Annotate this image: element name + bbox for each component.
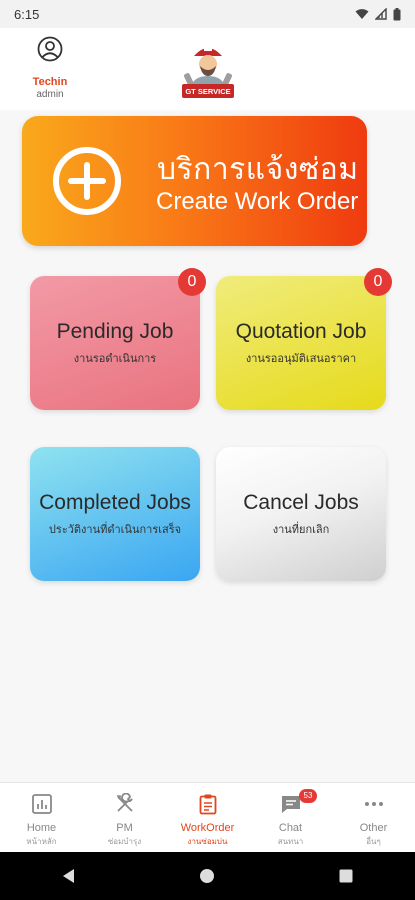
create-work-order-title-en: Create Work Order: [156, 188, 359, 215]
create-work-order-title-th: บริการแจ้งซ่อม: [157, 152, 359, 187]
plus-circle-icon: [53, 147, 121, 215]
nav-workorder-sublabel: งานซ่อมบ่น: [187, 837, 228, 846]
user-profile[interactable]: Techin admin: [22, 36, 78, 100]
recents-icon[interactable]: [337, 867, 355, 885]
quotation-job-subtitle: งานรออนุมัติเสนอราคา: [245, 352, 357, 365]
status-bar: 6:15: [0, 0, 415, 28]
nav-pm-label: PM: [116, 822, 133, 834]
completed-jobs-card[interactable]: Completed Jobs ประวัติงานที่ดำเนินการเสร…: [30, 447, 200, 581]
nav-item-workorder[interactable]: WorkOrder งานซ่อมบ่น: [166, 783, 249, 853]
status-time: 6:15: [14, 6, 40, 22]
nav-other-sublabel: อื่นๆ: [366, 837, 381, 846]
chat-unread-badge: 53: [299, 789, 317, 803]
completed-jobs-title: Completed Jobs: [39, 491, 191, 514]
nav-pm-sublabel: ซ่อมบำรุง: [107, 837, 142, 846]
quotation-job-count-badge: 0: [364, 268, 392, 296]
nav-home-label: Home: [26, 822, 57, 834]
cancel-jobs-title: Cancel Jobs: [243, 491, 359, 514]
tools-icon: [116, 792, 133, 812]
user-name: Techin: [32, 76, 68, 88]
app-header: Techin admin GT SERVICE: [0, 28, 415, 110]
pending-job-count-badge: 0: [178, 268, 206, 296]
user-account-icon[interactable]: [37, 36, 63, 62]
bottom-navigation: Home หน้าหลัก PM ซ่อมบำรุง WorkOrder งาน…: [0, 782, 415, 853]
completed-jobs-subtitle: ประวัติงานที่ดำเนินการเสร็จ: [48, 523, 182, 536]
system-navigation-bar: [0, 852, 415, 900]
user-role: admin: [36, 89, 64, 100]
wifi-icon: [355, 9, 369, 19]
more-horizontal-icon: [364, 802, 383, 806]
nav-item-chat[interactable]: 53 Chat สนทนา: [249, 783, 332, 853]
logo-text: GT SERVICE: [185, 87, 230, 96]
clipboard-icon: [199, 794, 216, 815]
gt-service-logo: GT SERVICE: [182, 46, 234, 98]
pending-job-subtitle: งานรอดำเนินการ: [73, 352, 157, 365]
nav-other-label: Other: [359, 822, 388, 834]
cellular-signal-icon: [375, 8, 387, 20]
quotation-job-title: Quotation Job: [235, 320, 367, 343]
nav-chat-label: Chat: [278, 822, 303, 834]
nav-item-pm[interactable]: PM ซ่อมบำรุง: [83, 783, 166, 853]
status-icons: [355, 7, 401, 21]
cancel-jobs-card[interactable]: Cancel Jobs งานที่ยกเลิก: [216, 447, 386, 581]
cancel-jobs-subtitle: งานที่ยกเลิก: [272, 523, 330, 536]
battery-icon: [393, 7, 401, 20]
home-icon[interactable]: [198, 867, 216, 885]
nav-workorder-label: WorkOrder: [180, 822, 235, 834]
quotation-job-card[interactable]: Quotation Job งานรออนุมัติเสนอราคา: [216, 276, 386, 410]
nav-home-sublabel: หน้าหลัก: [26, 837, 57, 846]
back-icon[interactable]: [60, 867, 78, 885]
pending-job-card[interactable]: Pending Job งานรอดำเนินการ: [30, 276, 200, 410]
bar-chart-icon: [31, 794, 52, 814]
pending-job-title: Pending Job: [56, 320, 174, 343]
nav-item-home[interactable]: Home หน้าหลัก: [0, 783, 83, 853]
nav-item-other[interactable]: Other อื่นๆ: [332, 783, 415, 853]
create-work-order-button[interactable]: บริการแจ้งซ่อม Create Work Order: [22, 116, 367, 246]
nav-chat-sublabel: สนทนา: [277, 837, 304, 846]
